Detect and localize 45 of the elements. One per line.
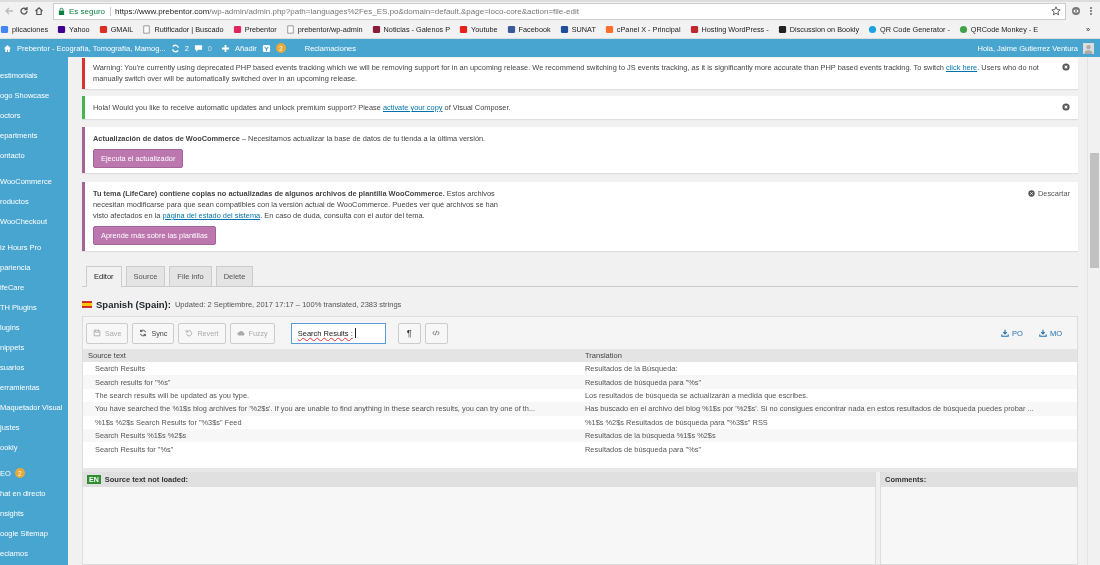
updates-icon[interactable] — [170, 43, 180, 53]
back-icon[interactable] — [4, 6, 14, 16]
close-icon[interactable] — [1062, 63, 1070, 71]
bookmark-icon — [285, 24, 295, 34]
bookmark-icon — [958, 24, 968, 34]
close-icon[interactable] — [1062, 103, 1070, 111]
bookmark-icon — [57, 24, 67, 34]
bookmark-icon — [559, 24, 569, 34]
seo-plugin-icon[interactable] — [261, 43, 271, 53]
comment-icon[interactable] — [193, 43, 203, 53]
reload-icon[interactable] — [19, 6, 29, 16]
code-view-button[interactable] — [424, 322, 448, 344]
cloud-icon — [236, 329, 245, 337]
invisibles-button[interactable]: ¶ — [397, 322, 421, 344]
plus-icon[interactable] — [221, 43, 231, 53]
undo-icon — [185, 329, 194, 337]
code-icon — [432, 329, 441, 337]
bookmark-icon — [689, 24, 699, 34]
url-text: https://www.prebentor.com/wp-admin/admin.php?path=languages%2Fes_ES.po&domain=default.&page=loco-core&action=file-edit — [115, 6, 580, 16]
bookmark-icon — [232, 24, 242, 34]
home-icon[interactable] — [34, 6, 44, 16]
lock-icon — [58, 6, 65, 16]
bookmark-icon — [371, 24, 381, 34]
table-row[interactable] — [83, 402, 1077, 416]
bookmark-icon — [142, 24, 152, 34]
download-icon — [1001, 329, 1010, 337]
extension-icon[interactable] — [1071, 6, 1081, 16]
download-icon — [1038, 329, 1047, 337]
star-icon[interactable] — [1051, 6, 1061, 16]
sync-icon — [139, 329, 148, 337]
bookmark-icon — [777, 24, 787, 34]
scrollbar[interactable] — [1087, 57, 1100, 565]
close-icon — [1027, 190, 1035, 197]
bookmark-icon — [0, 24, 9, 34]
avatar-icon[interactable] — [1083, 42, 1094, 54]
bookmark-icon — [98, 24, 108, 34]
spain-flag-icon — [82, 300, 92, 308]
bookmark-icon — [604, 24, 614, 34]
bookmark-icon — [506, 24, 516, 34]
home-icon[interactable] — [3, 43, 12, 53]
bookmark-icon — [868, 24, 878, 34]
bookmark-icon — [459, 24, 469, 34]
language-title: Spanish (Spain): — [96, 298, 171, 310]
secure-label: Es seguro — [69, 6, 112, 16]
address-bar[interactable]: Es seguro https://www.prebentor.com/wp-admin/admin.php?path=languages%2Fes_ES.po&domain=default.&page=loco-core&action=file-edit — [53, 2, 1066, 20]
